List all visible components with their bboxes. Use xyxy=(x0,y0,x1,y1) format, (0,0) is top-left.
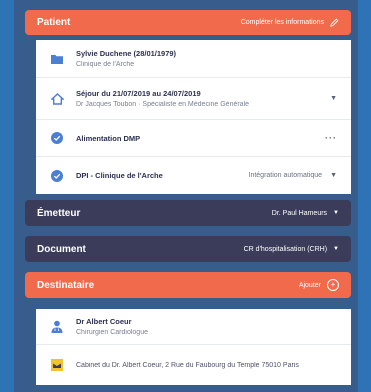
recipient-doctor-row[interactable]: Dr Albert Coeur Chirurgien Cardiologue xyxy=(36,309,351,345)
patient-identity-row[interactable]: Sylvie Duchene (28/01/1979) Clinique de … xyxy=(36,40,351,78)
dmp-label: Alimentation DMP xyxy=(76,133,141,143)
stay-doctor: Dr Jacques Toubon · Spécialiste en Médec… xyxy=(76,101,250,108)
chevron-down-icon[interactable]: ▼ xyxy=(330,95,337,102)
patient-header: Patient Compléter les informations xyxy=(25,10,351,35)
emetteur-title: Émetteur xyxy=(37,207,81,219)
check-circle-icon xyxy=(50,131,64,145)
dpi-row[interactable]: DPI - Clinique de l'Arche Intégration au… xyxy=(36,157,351,194)
patient-name: Sylvie Duchene (28/01/1979) xyxy=(76,49,177,58)
add-recipient-button[interactable]: Ajouter + xyxy=(299,279,339,291)
recipient-card: Dr Albert Coeur Chirurgien Cardiologue C… xyxy=(36,309,351,385)
emetteur-value: Dr. Paul Hameurs xyxy=(271,209,328,217)
folder-icon xyxy=(50,52,64,66)
emetteur-bar[interactable]: Émetteur Dr. Paul Hameurs ▼ xyxy=(25,200,351,226)
recipient-name: Dr Albert Coeur xyxy=(76,317,132,326)
mail-icon xyxy=(50,358,64,372)
dmp-row[interactable]: Alimentation DMP ··· xyxy=(36,120,351,157)
document-value: CR d'hospitalisation (CRH) xyxy=(243,245,328,253)
patient-details-card: Sylvie Duchene (28/01/1979) Clinique de … xyxy=(36,40,351,194)
complete-info-button[interactable]: Compléter les informations xyxy=(241,18,339,27)
chevron-down-icon: ▼ xyxy=(333,246,339,252)
patient-facility: Clinique de l'Arche xyxy=(76,61,135,68)
recipient-address: Cabinet du Dr. Albert Coeur, 2 Rue du Fa… xyxy=(76,361,299,369)
recipient-specialty: Chirurgien Cardiologue xyxy=(76,329,148,336)
recipient-address-row[interactable]: Cabinet du Dr. Albert Coeur, 2 Rue du Fa… xyxy=(36,345,351,385)
chevron-down-icon: ▼ xyxy=(330,172,337,179)
dpi-label: DPI - Clinique de l'Arche xyxy=(76,171,163,180)
pencil-icon xyxy=(330,18,339,27)
home-icon xyxy=(50,92,64,106)
doctor-icon xyxy=(50,320,64,334)
chevron-down-icon: ▼ xyxy=(333,210,339,216)
complete-info-label: Compléter les informations xyxy=(240,19,324,26)
add-recipient-label: Ajouter xyxy=(298,281,321,289)
document-bar[interactable]: Document CR d'hospitalisation (CRH) ▼ xyxy=(25,236,351,262)
stay-dates: Séjour du 21/07/2019 au 24/07/2019 xyxy=(76,89,201,98)
patient-title: Patient xyxy=(37,17,71,28)
document-title: Document xyxy=(37,243,86,255)
stay-row[interactable]: Séjour du 21/07/2019 au 24/07/2019 Dr Ja… xyxy=(36,78,351,120)
destinataire-header: Destinataire Ajouter + xyxy=(25,272,351,298)
plus-circle-icon: + xyxy=(327,279,339,291)
check-circle-icon xyxy=(50,169,64,183)
more-options-icon[interactable]: ··· xyxy=(325,133,337,143)
integration-value: Intégration automatique xyxy=(248,172,323,179)
integration-select[interactable]: Intégration automatique ▼ xyxy=(249,172,338,179)
destinataire-title: Destinataire xyxy=(37,279,95,291)
